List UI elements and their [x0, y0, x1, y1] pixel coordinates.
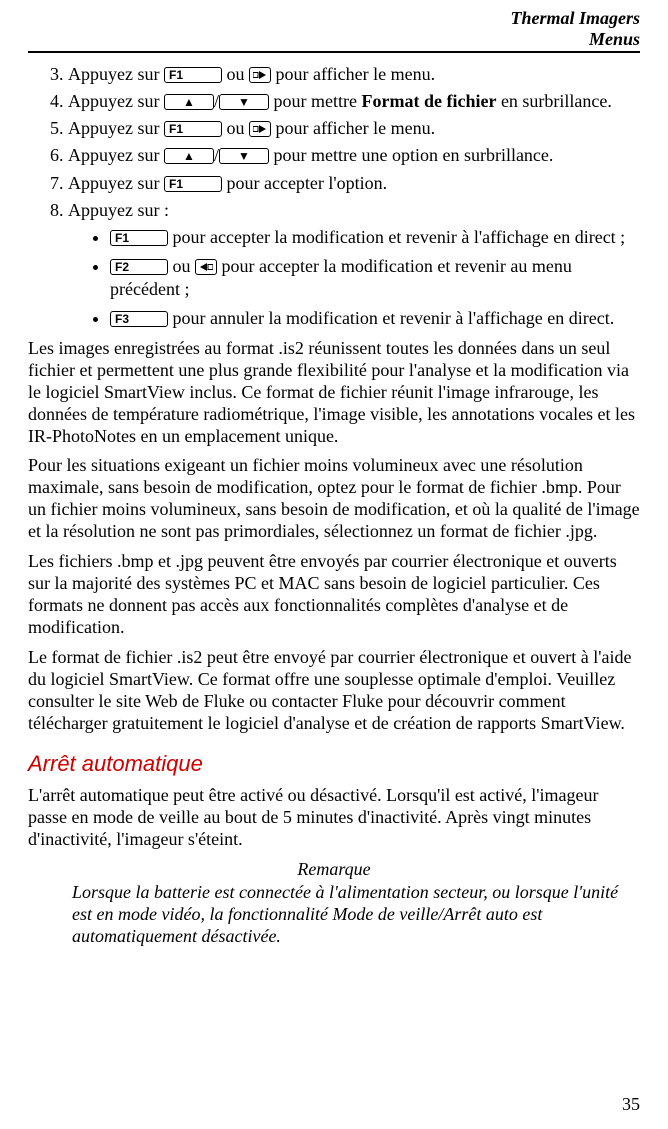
- key-f1: F1: [164, 176, 222, 192]
- key-f1: F1: [164, 67, 222, 83]
- paragraph-bmp-jpg: Pour les situations exigeant un fichier …: [28, 455, 640, 543]
- right-arrow-icon: [249, 67, 271, 83]
- format-de-fichier-label: Format de fichier: [361, 91, 496, 111]
- step-5: Appuyez sur F1 ou pour afficher le menu.: [68, 117, 640, 140]
- paragraph-smartview: Le format de fichier .is2 peut être envo…: [28, 647, 640, 735]
- up-arrow-icon: ▲: [164, 94, 214, 110]
- paragraph-email: Les fichiers .bmp et .jpg peuvent être e…: [28, 551, 640, 639]
- right-arrow-icon: [249, 121, 271, 137]
- section-body-auto-off: L'arrêt automatique peut être activé ou …: [28, 785, 640, 851]
- key-f1: F1: [110, 230, 168, 246]
- down-arrow-icon: ▼: [219, 94, 269, 110]
- paragraph-is2-format: Les images enregistrées au format .is2 r…: [28, 338, 640, 448]
- header-rule: [28, 51, 640, 53]
- note-body: Lorsque la batterie est connectée à l'al…: [72, 882, 632, 948]
- bullet-f2: F2 ou pour accepter la modification et r…: [110, 255, 640, 301]
- bullet-f1: F1 pour accepter la modification et reve…: [110, 226, 640, 249]
- key-f1: F1: [164, 121, 222, 137]
- step-list: Appuyez sur F1 ou pour afficher le menu.…: [28, 63, 640, 329]
- up-arrow-icon: ▲: [164, 148, 214, 164]
- page-number: 35: [622, 1094, 640, 1115]
- running-header: Thermal Imagers Menus: [28, 8, 640, 49]
- bullet-f3: F3 pour annuler la modification et reven…: [110, 307, 640, 330]
- header-title: Thermal Imagers: [510, 8, 640, 28]
- section-heading-auto-off: Arrêt automatique: [28, 751, 640, 777]
- step-3: Appuyez sur F1 ou pour afficher le menu.: [68, 63, 640, 86]
- header-subtitle: Menus: [28, 29, 640, 50]
- key-f2: F2: [110, 259, 168, 275]
- left-arrow-icon: [195, 259, 217, 275]
- step-7: Appuyez sur F1 pour accepter l'option.: [68, 172, 640, 195]
- step-6: Appuyez sur ▲/▼ pour mettre une option e…: [68, 144, 640, 167]
- note-label: Remarque: [28, 859, 640, 880]
- down-arrow-icon: ▼: [219, 148, 269, 164]
- step-4: Appuyez sur ▲/▼ pour mettre Format de fi…: [68, 90, 640, 113]
- step-8: Appuyez sur : F1 pour accepter la modifi…: [68, 199, 640, 330]
- step-8-bullets: F1 pour accepter la modification et reve…: [68, 226, 640, 330]
- key-f3: F3: [110, 311, 168, 327]
